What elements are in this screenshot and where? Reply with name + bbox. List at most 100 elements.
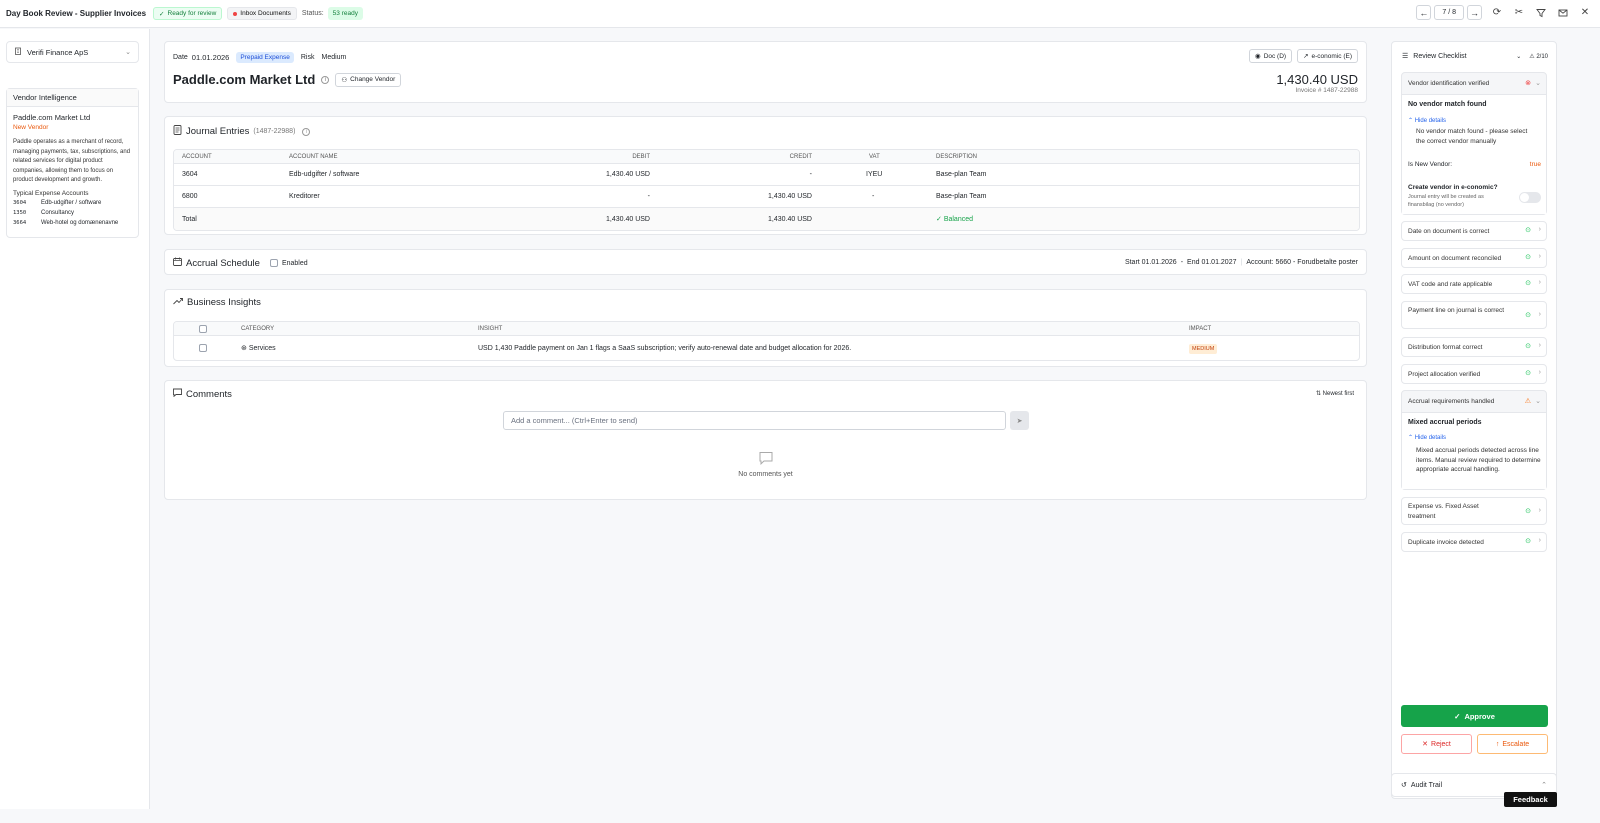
checklist-item[interactable]: VAT code and rate applicable ⊙ › <box>1401 274 1547 294</box>
ready-label: Ready for review <box>167 10 217 17</box>
comment-icon <box>173 388 182 400</box>
chevron-right-icon: › <box>1538 342 1541 349</box>
checklist-icon: ☰ <box>1402 53 1409 60</box>
checklist-item-label: Distribution format correct <box>1408 344 1483 351</box>
cell-account-name: Edb-udgifter / software <box>289 171 360 178</box>
checklist-item[interactable]: Date on document is correct ⊙ › <box>1401 221 1547 241</box>
col-category: Category <box>241 325 275 332</box>
col-description: Description <box>936 153 978 160</box>
journal-title: Journal Entries <box>186 126 250 137</box>
enabled-checkbox[interactable] <box>269 259 278 267</box>
row-checkbox[interactable] <box>199 344 207 354</box>
account-item: 3664 Web-hotel og domænenavne <box>7 218 138 228</box>
next-button[interactable]: → <box>1467 5 1482 20</box>
checklist-item-accrual[interactable]: Accrual requirements handled ⚠ ⌄ Mixed a… <box>1401 390 1547 490</box>
escalate-button[interactable]: ↑ Escalate <box>1477 734 1548 754</box>
checklist-item[interactable]: Expense vs. Fixed Asset treatment ⊙ › <box>1401 497 1547 525</box>
date-label: Date <box>173 54 188 61</box>
cell-impact: MEDIUM <box>1189 343 1218 354</box>
checklist-item[interactable]: Duplicate invoice detected ⊙ › <box>1401 532 1547 552</box>
left-sidebar: Verifi Finance ApS ⌄ Vendor Intelligence… <box>0 29 150 809</box>
page-count: 7 / 8 <box>1434 5 1464 20</box>
table-row[interactable]: ⊛ Services USD 1,430 Paddle payment on J… <box>174 336 1359 360</box>
doc-button[interactable]: ◉ Doc (D) <box>1249 49 1293 63</box>
insights-title-row: Business Insights <box>173 297 261 308</box>
inbox-filter[interactable]: Inbox Documents <box>227 7 297 20</box>
table-row[interactable]: 6800 Kreditorer - 1,430.40 USD - Base-pl… <box>174 186 1359 208</box>
checklist-item-label: Amount on document reconciled <box>1408 255 1502 262</box>
type-badge: Prepaid Expense <box>236 52 294 63</box>
vendor-details: No vendor match found ⌃ Hide details No … <box>1402 94 1546 214</box>
check-icon: ✓ <box>936 216 944 223</box>
toolbar: ← 7 / 8 → ⟳ ✂ ✕ <box>1416 5 1592 20</box>
refresh-icon[interactable]: ⟳ <box>1490 6 1504 20</box>
checklist-item-label: Duplicate invoice detected <box>1408 539 1484 546</box>
total-debit: 1,430.40 USD <box>606 215 650 223</box>
divider: | <box>1240 259 1243 266</box>
checklist-item[interactable]: Distribution format correct ⊙ › <box>1401 337 1547 357</box>
vendor-title: Paddle.com Market Ltd <box>173 72 316 87</box>
sort-button[interactable]: ⇅ Newest first <box>1316 390 1354 397</box>
create-vendor-sub: Journal entry will be created as finansb… <box>1408 194 1484 208</box>
change-vendor-button[interactable]: ⚇ Change Vendor <box>335 72 402 87</box>
eye-icon: ◉ <box>1255 53 1261 60</box>
company-name: Verifi Finance ApS <box>27 47 89 57</box>
prev-button[interactable]: ← <box>1416 5 1432 20</box>
feedback-button[interactable]: Feedback <box>1504 792 1557 807</box>
chevron-right-icon: › <box>1538 279 1541 286</box>
hide-details-link[interactable]: ⌃ Hide details <box>1408 434 1446 441</box>
info-icon[interactable]: i <box>321 75 330 84</box>
cell-description: Base-plan Team <box>936 193 987 200</box>
accrual-title-row: Accrual Schedule Enabled <box>173 257 308 269</box>
comments-title: Comments <box>186 388 232 400</box>
send-icon: ➤ <box>1016 417 1023 425</box>
info-icon[interactable]: i <box>302 127 311 136</box>
collapse-icon[interactable]: ⌄ <box>1516 53 1521 60</box>
check-icon: ✓ <box>159 10 165 18</box>
comments-card: Comments ⇅ Newest first Add a comment...… <box>164 380 1367 500</box>
checklist-count: 2/10 <box>1536 53 1548 60</box>
total-credit: 1,430.40 USD <box>768 215 812 223</box>
check-circle-icon: ⊙ <box>1525 508 1531 515</box>
economic-button[interactable]: ↗ e-conomic (E) <box>1297 49 1358 63</box>
cell-description: Base-plan Team <box>936 171 987 178</box>
checklist-item[interactable]: Project allocation verified ⊙ › <box>1401 364 1547 384</box>
checklist-item[interactable]: Payment line on journal is correct ⊙ › <box>1401 301 1547 329</box>
calendar-icon <box>173 257 182 269</box>
insights-title: Business Insights <box>187 297 261 308</box>
approve-button[interactable]: ✓ Approve <box>1401 705 1548 727</box>
chevron-down-icon: ⌄ <box>1535 398 1541 405</box>
tools-icon[interactable]: ✂ <box>1512 6 1526 20</box>
checklist-item-vendor[interactable]: Vendor identification verified ⊗ ⌄ No ve… <box>1401 72 1547 215</box>
account-item: 3604 Edb-udgifter / software <box>7 198 138 208</box>
chevron-right-icon: › <box>1538 369 1541 376</box>
ready-filter[interactable]: ✓ Ready for review <box>153 7 223 20</box>
inbox-label: Inbox Documents <box>240 10 291 17</box>
reject-button[interactable]: ✕ Reject <box>1401 734 1472 754</box>
journal-table: Account Account Name Debit Credit VAT De… <box>173 149 1360 231</box>
comment-input[interactable]: Add a comment... (Ctrl+Enter to send) <box>503 411 1006 430</box>
table-row[interactable]: 3604 Edb-udgifter / software 1,430.40 US… <box>174 164 1359 186</box>
send-button[interactable]: ➤ <box>1010 411 1029 430</box>
checklist-item-label: Accrual requirements handled <box>1408 398 1495 405</box>
filter-icon[interactable] <box>1534 6 1548 20</box>
hide-details-link[interactable]: ⌃ Hide details <box>1408 117 1446 124</box>
total-label: Total <box>182 215 197 223</box>
status-label: Status: <box>301 10 324 17</box>
company-selector[interactable]: Verifi Finance ApS ⌄ <box>6 41 139 63</box>
mail-icon[interactable] <box>1556 6 1570 20</box>
sort-icon: ⇅ <box>1315 391 1323 397</box>
create-vendor-toggle[interactable] <box>1519 192 1541 203</box>
journal-ref: (1487-22988) <box>253 128 296 135</box>
select-all-checkbox[interactable] <box>199 325 207 335</box>
checklist-item[interactable]: Amount on document reconciled ⊙ › <box>1401 248 1547 268</box>
audit-trail-label: Audit Trail <box>1410 781 1442 789</box>
risk-label: Risk <box>300 54 315 61</box>
check-circle-icon: ⊙ <box>1525 254 1531 261</box>
close-icon[interactable]: ✕ <box>1578 6 1592 20</box>
vendor-name: Paddle.com Market Ltd <box>13 113 91 122</box>
check-circle-icon: ⊙ <box>1525 538 1531 545</box>
checklist-item-label: Payment line on journal is correct <box>1408 307 1505 314</box>
accrual-details-panel: Mixed accrual periods ⌃ Hide details Mix… <box>1402 412 1546 489</box>
checklist-item-label: Expense vs. Fixed Asset treatment <box>1408 503 1479 520</box>
